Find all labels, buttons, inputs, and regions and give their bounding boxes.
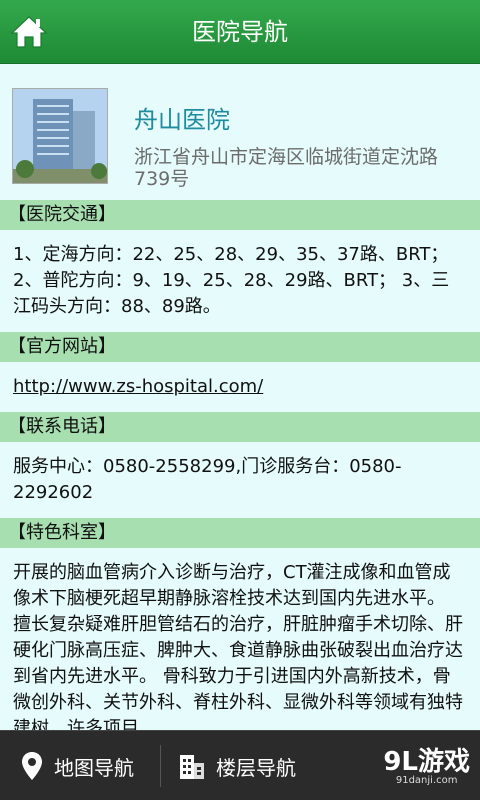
tab-divider [160,745,161,787]
floor-nav-tab[interactable]: 楼层导航 [178,731,296,800]
website-link[interactable]: http://www.zs-hospital.com/ [13,376,263,397]
hospital-name: 舟山医院 [134,106,230,134]
phone-info[interactable]: 服务中心：0580-2558299,门诊服务台：0580-2292602 [0,442,480,518]
website-section: http://www.zs-hospital.com/ [0,362,480,412]
transport-info: 1、定海方向：22、25、28、29、35、37路、BRT； 2、普陀方向：9、… [13,244,450,317]
section-header-transport: 【医院交通】 [0,200,480,230]
page-title: 医院导航 [192,18,288,46]
watermark-logo: 9L游戏 91danji.com [383,747,470,786]
floor-nav-label: 楼层导航 [216,755,296,780]
content-area[interactable]: 舟山医院 浙江省舟山市定海区临城街道定沈路739号 【医院交通】 1、定海方向：… [0,64,480,730]
section-header-phone: 【联系电话】 [0,412,480,442]
map-nav-tab[interactable]: 地图导航 [20,731,134,800]
hospital-address: 浙江省舟山市定海区临城街道定沈路739号 [134,146,439,190]
hospital-photo [12,88,108,184]
map-nav-label: 地图导航 [54,755,134,780]
hospital-card: 舟山医院 浙江省舟山市定海区临城街道定沈路739号 [0,64,480,200]
map-pin-icon [22,752,42,780]
section-header-website: 【官方网站】 [0,332,480,362]
building-icon [180,755,204,779]
top-bar: 医院导航 [0,0,480,64]
departments-info: 开展的脑血管病介入诊断与治疗，CT灌注成像和血管成像术下脑梗死超早期静脉溶栓技术… [13,562,463,730]
bottom-nav: 地图导航 楼层导航 9L游戏 91danji.com [0,730,480,800]
section-header-departments: 【特色科室】 [0,518,480,548]
